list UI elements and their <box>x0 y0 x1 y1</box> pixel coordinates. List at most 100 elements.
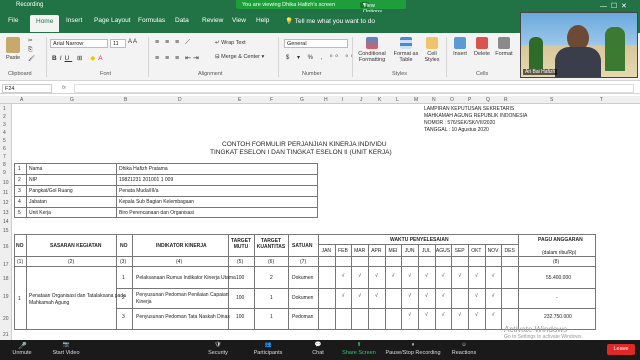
tab-view[interactable]: View <box>232 17 246 24</box>
chat-button[interactable]: 💬 Chat <box>296 342 340 356</box>
row-11[interactable]: 11 <box>3 190 8 196</box>
col-g[interactable]: G <box>70 97 74 103</box>
leave-button[interactable]: Leave <box>607 344 635 355</box>
banner-text: You are viewing Dhika Hafizh's screen <box>242 1 336 8</box>
checkmark: √ <box>441 312 445 318</box>
align-top-buttons[interactable]: ≡ ≡ ≡ ⟋ <box>155 39 192 47</box>
row-13[interactable]: 13 <box>3 210 9 216</box>
format-as-table-button[interactable]: Format as Table <box>392 37 420 63</box>
merge-center-button[interactable]: ⊟ Merge & Center ▾ <box>215 54 264 60</box>
col-d[interactable]: D <box>178 97 182 103</box>
col-k[interactable]: K <box>378 97 381 103</box>
number-format-buttons[interactable]: $ ▾ % , ⁰⁰ ⁰⁰ <box>286 54 356 61</box>
month-apr: APR <box>371 248 382 254</box>
row-10[interactable]: 10 <box>3 180 9 186</box>
header-indikator: INDIKATOR KINERJA <box>156 243 207 249</box>
tab-home[interactable]: Home <box>30 15 60 32</box>
row-7[interactable]: 7 <box>3 154 6 160</box>
tab-insert[interactable]: Insert <box>66 17 82 24</box>
unmute-button[interactable]: 🎤 Unmute <box>0 342 44 356</box>
font-name-select[interactable]: Arial Narrow <box>50 39 108 48</box>
header-anggaran: PAGU ANGGARAN <box>538 237 583 243</box>
clipboard-tools[interactable]: ✂ ⎘ 🖌 <box>28 37 35 64</box>
font-format-buttons[interactable]: BIU ⊞ ◆A <box>52 54 106 62</box>
col-s[interactable]: S <box>550 97 553 103</box>
row-19[interactable]: 19 <box>3 294 9 300</box>
row-16[interactable]: 16 <box>3 244 9 250</box>
pause-stop-recording-button[interactable]: ⏸ Pause/Stop Recording <box>384 342 442 356</box>
row-14[interactable]: 14 <box>3 219 9 225</box>
microphone-icon: 🎤 <box>18 343 27 350</box>
reactions-button[interactable]: ☺ Reactions <box>442 342 486 356</box>
row-12[interactable]: 12 <box>3 200 9 206</box>
col-o[interactable]: O <box>450 97 454 103</box>
col-a[interactable]: A <box>20 97 23 103</box>
participants-button[interactable]: 👥 Participants <box>246 342 290 356</box>
col-r[interactable]: R <box>504 97 508 103</box>
row-2[interactable]: 2 <box>3 114 6 120</box>
clipboard-group-label: Clipboard <box>8 71 32 77</box>
row-17[interactable]: 17 <box>3 262 9 268</box>
delete-cells-button[interactable]: Delete <box>472 37 492 57</box>
tell-me-box[interactable]: 💡 Tell me what you want to do <box>285 17 375 25</box>
tab-review[interactable]: Review <box>202 17 223 24</box>
col-f[interactable]: F <box>270 97 273 103</box>
col-n[interactable]: N <box>432 97 436 103</box>
conditional-formatting-button[interactable]: Conditional Formatting <box>356 37 388 63</box>
col-m[interactable]: M <box>414 97 418 103</box>
tab-file[interactable]: File <box>8 17 18 24</box>
window-controls[interactable]: — ☐ ✕ <box>600 2 627 10</box>
col-t[interactable]: T <box>600 97 603 103</box>
start-video-button[interactable]: 📷 Start Video <box>44 342 88 356</box>
checkmark: √ <box>491 312 495 318</box>
lampiran-line-3: NOMOR : 576/SEK/SK/VII/2020 <box>424 120 496 126</box>
col-g2[interactable]: G <box>300 97 304 103</box>
smiley-icon: ☺ <box>461 342 467 348</box>
font-size-select[interactable]: 11 <box>110 39 126 48</box>
number-format-select[interactable]: General <box>284 39 348 48</box>
row-4[interactable]: 4 <box>3 130 6 136</box>
row-5[interactable]: 5 <box>3 138 6 144</box>
col-j[interactable]: J <box>360 97 363 103</box>
tab-page-layout[interactable]: Page Layout <box>94 17 131 24</box>
col-l[interactable]: L <box>396 97 399 103</box>
tab-formulas[interactable]: Formulas <box>138 17 165 24</box>
col-e[interactable]: E <box>238 97 241 103</box>
col-i[interactable]: I <box>342 97 343 103</box>
cell-styles-button[interactable]: Cell Styles <box>422 37 442 63</box>
view-options-button[interactable]: View Options ▾ <box>360 1 382 15</box>
col-b[interactable]: B <box>124 97 127 103</box>
formula-input[interactable] <box>74 84 634 93</box>
checkmark: √ <box>358 273 362 279</box>
col-q[interactable]: Q <box>486 97 490 103</box>
font-size-buttons[interactable]: A A <box>128 39 137 45</box>
align-horizontal-buttons[interactable]: ≡ ≡ ≡ ⇤⇥ <box>155 54 201 62</box>
item-satuan: Dokumen <box>292 295 314 301</box>
paste-button[interactable]: Paste <box>6 37 20 61</box>
fx-icon[interactable]: fx <box>62 85 66 91</box>
row-3[interactable]: 3 <box>3 122 6 128</box>
row-9[interactable]: 9 <box>3 170 6 176</box>
alignment-group-label: Alignment <box>198 71 223 77</box>
row-6[interactable]: 6 <box>3 146 6 152</box>
wrap-text-button[interactable]: ↵ Wrap Text <box>215 40 246 46</box>
row-18[interactable]: 18 <box>3 276 9 282</box>
colnum: (7) <box>300 259 307 265</box>
col-h[interactable]: H <box>324 97 328 103</box>
tab-data[interactable]: Data <box>175 17 189 24</box>
insert-cells-button[interactable]: Insert <box>450 37 470 57</box>
participant-video[interactable]: Ari Bai Hafizh <box>520 12 638 78</box>
row-21[interactable]: 21 <box>3 332 9 338</box>
row-20[interactable]: 20 <box>3 316 9 322</box>
name-box[interactable]: F24 <box>2 84 52 93</box>
row-1[interactable]: 1 <box>3 106 6 112</box>
share-screen-button[interactable]: ⬆ Share Screen <box>336 342 382 356</box>
row-8[interactable]: 8 <box>3 162 6 168</box>
row-15[interactable]: 15 <box>3 228 9 234</box>
format-cells-button[interactable]: Format <box>494 37 514 57</box>
col-p[interactable]: P <box>468 97 471 103</box>
header-target-mutu: TARGET MUTU <box>230 238 252 250</box>
table-icon <box>400 37 412 49</box>
tab-help[interactable]: Help <box>256 17 269 24</box>
security-button[interactable]: 🛡 Security <box>196 342 240 356</box>
